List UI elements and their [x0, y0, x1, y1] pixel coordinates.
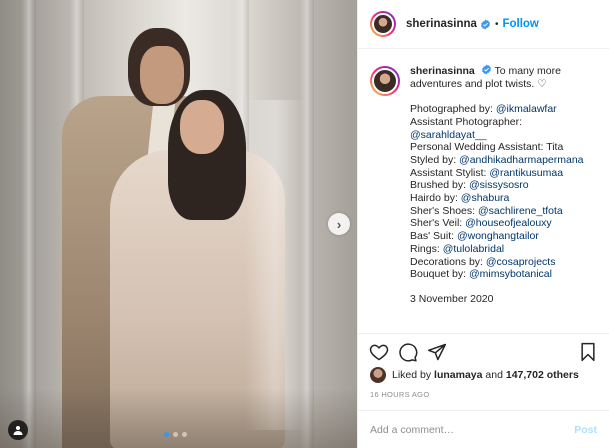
post-sidebar: sherinasinna • Follow sherinasinna To ma… [357, 0, 609, 448]
credit-label: Assistant Photographer: [410, 115, 523, 128]
bookmark-icon [581, 342, 595, 361]
avatar[interactable] [370, 11, 396, 37]
tag-user-icon [13, 426, 23, 435]
credit-line: Bas' Suit: @wonghangtailor [410, 230, 584, 243]
credit-label: Styled by: [410, 153, 460, 166]
action-bar [358, 333, 609, 369]
credit-line: Assistant Photographer: [410, 116, 584, 129]
credit-label: Personal Wedding Assistant: Tita [410, 141, 564, 154]
credit-label: Brushed by: [410, 179, 469, 192]
separator-dot: • [494, 18, 499, 30]
credit-mention-link[interactable]: @andhikadharmapermana [459, 154, 583, 166]
avatar[interactable] [370, 66, 400, 96]
heart-icon [369, 344, 389, 360]
credit-line: Brushed by: @sissysosro [410, 179, 584, 192]
verified-badge-icon [480, 18, 490, 30]
avatar [370, 367, 386, 383]
curtain-fold [22, 0, 36, 448]
credit-label: Bas' Suit: [410, 230, 457, 243]
credit-line: Personal Wedding Assistant: Tita [410, 141, 584, 154]
save-button[interactable] [577, 341, 599, 363]
credit-line: Assistant Stylist: @rantikusumaa [410, 167, 584, 180]
tagged-users-button[interactable] [8, 420, 28, 440]
credit-mention-link[interactable]: @ikmalawfar [496, 103, 557, 115]
caption-text: To many more [494, 65, 561, 77]
likes-count-link[interactable]: 147,702 others [506, 369, 579, 381]
credit-line: Hairdo by: @shabura [410, 192, 584, 205]
post-timestamp[interactable]: 16 HOURS AGO [370, 390, 429, 399]
credit-mention-link[interactable]: @sachlirene_tfota [478, 205, 563, 217]
credit-line: Bouquet by: @mimsybotanical [410, 268, 584, 281]
credit-mention-link[interactable]: @sarahldayat__ [410, 129, 487, 141]
caption-text: adventures and plot twists. ♡ [410, 77, 547, 90]
credit-label: Hairdo by: [410, 192, 461, 205]
share-icon [427, 343, 447, 360]
carousel-indicator [164, 432, 187, 437]
header-username[interactable]: sherinasinna [406, 18, 477, 30]
follow-button[interactable]: Follow [502, 18, 538, 30]
credit-mention-link[interactable]: @mimsybotanical [469, 268, 552, 280]
credit-line: @sarahldayat__ [410, 129, 584, 142]
credit-label: Decorations by: [410, 255, 486, 268]
caption-date: 3 November 2020 [410, 292, 494, 305]
credit-label: Assistant Stylist: [410, 166, 490, 179]
carousel-dot [164, 432, 169, 437]
credit-line: Sher's Shoes: @sachlirene_tfota [410, 205, 584, 218]
like-button[interactable] [368, 341, 390, 363]
bride-veil [245, 100, 305, 430]
credit-label: Photographed by: [410, 103, 496, 116]
credit-label: Rings: [410, 242, 443, 255]
likes-summary: Liked by lunamaya and 147,702 others [370, 367, 579, 383]
comment-icon [399, 342, 418, 362]
credit-mention-link[interactable]: @sissysosro [469, 179, 529, 191]
credit-mention-link[interactable]: @houseofjealouxy [465, 217, 552, 229]
carousel-dot [173, 432, 178, 437]
caption-body: sherinasinna To many more adventures and… [410, 64, 584, 329]
post-comment-button[interactable]: Post [574, 424, 597, 436]
credit-line: Photographed by: @ikmalawfar [410, 103, 584, 116]
share-button[interactable] [426, 341, 448, 363]
credit-mention-link[interactable]: @wonghangtailor [457, 230, 539, 242]
credit-line: Rings: @tulolabridal [410, 243, 584, 256]
likes-prefix: Liked by [392, 369, 432, 381]
groom-face [140, 46, 184, 104]
credit-label: Sher's Veil: [410, 217, 466, 230]
bride-face [180, 100, 224, 154]
credit-label: Bouquet by: [410, 268, 469, 281]
credit-label: Sher's Shoes: [410, 204, 478, 217]
photo-floor-shadow [0, 388, 357, 448]
likes-middle: and [485, 369, 503, 381]
credit-mention-link[interactable]: @cosaprojects [486, 256, 556, 268]
credit-line: Styled by: @andhikadharmapermana [410, 154, 584, 167]
verified-badge-icon [481, 64, 491, 75]
comment-form: Post [358, 410, 609, 448]
credit-mention-link[interactable]: @shabura [461, 192, 510, 204]
caption-username[interactable]: sherinasinna [410, 65, 475, 77]
credit-line: Sher's Veil: @houseofjealouxy [410, 217, 584, 230]
chevron-right-icon: › [336, 216, 342, 232]
post-header: sherinasinna • Follow [358, 0, 609, 49]
credit-line: Decorations by: @cosaprojects [410, 256, 584, 269]
comment-button[interactable] [397, 341, 419, 363]
credit-mention-link[interactable]: @rantikusumaa [489, 167, 563, 179]
credit-mention-link[interactable]: @tulolabridal [443, 243, 504, 255]
carousel-next-button[interactable]: › [328, 213, 350, 235]
caption-credits: Photographed by: @ikmalawfar Assistant Ph… [410, 103, 584, 281]
comment-input[interactable] [370, 423, 575, 436]
carousel-dot [182, 432, 187, 437]
likes-user-link[interactable]: lunamaya [434, 369, 482, 381]
caption: sherinasinna To many more adventures and… [358, 49, 609, 329]
post-photo[interactable]: › [0, 0, 357, 448]
